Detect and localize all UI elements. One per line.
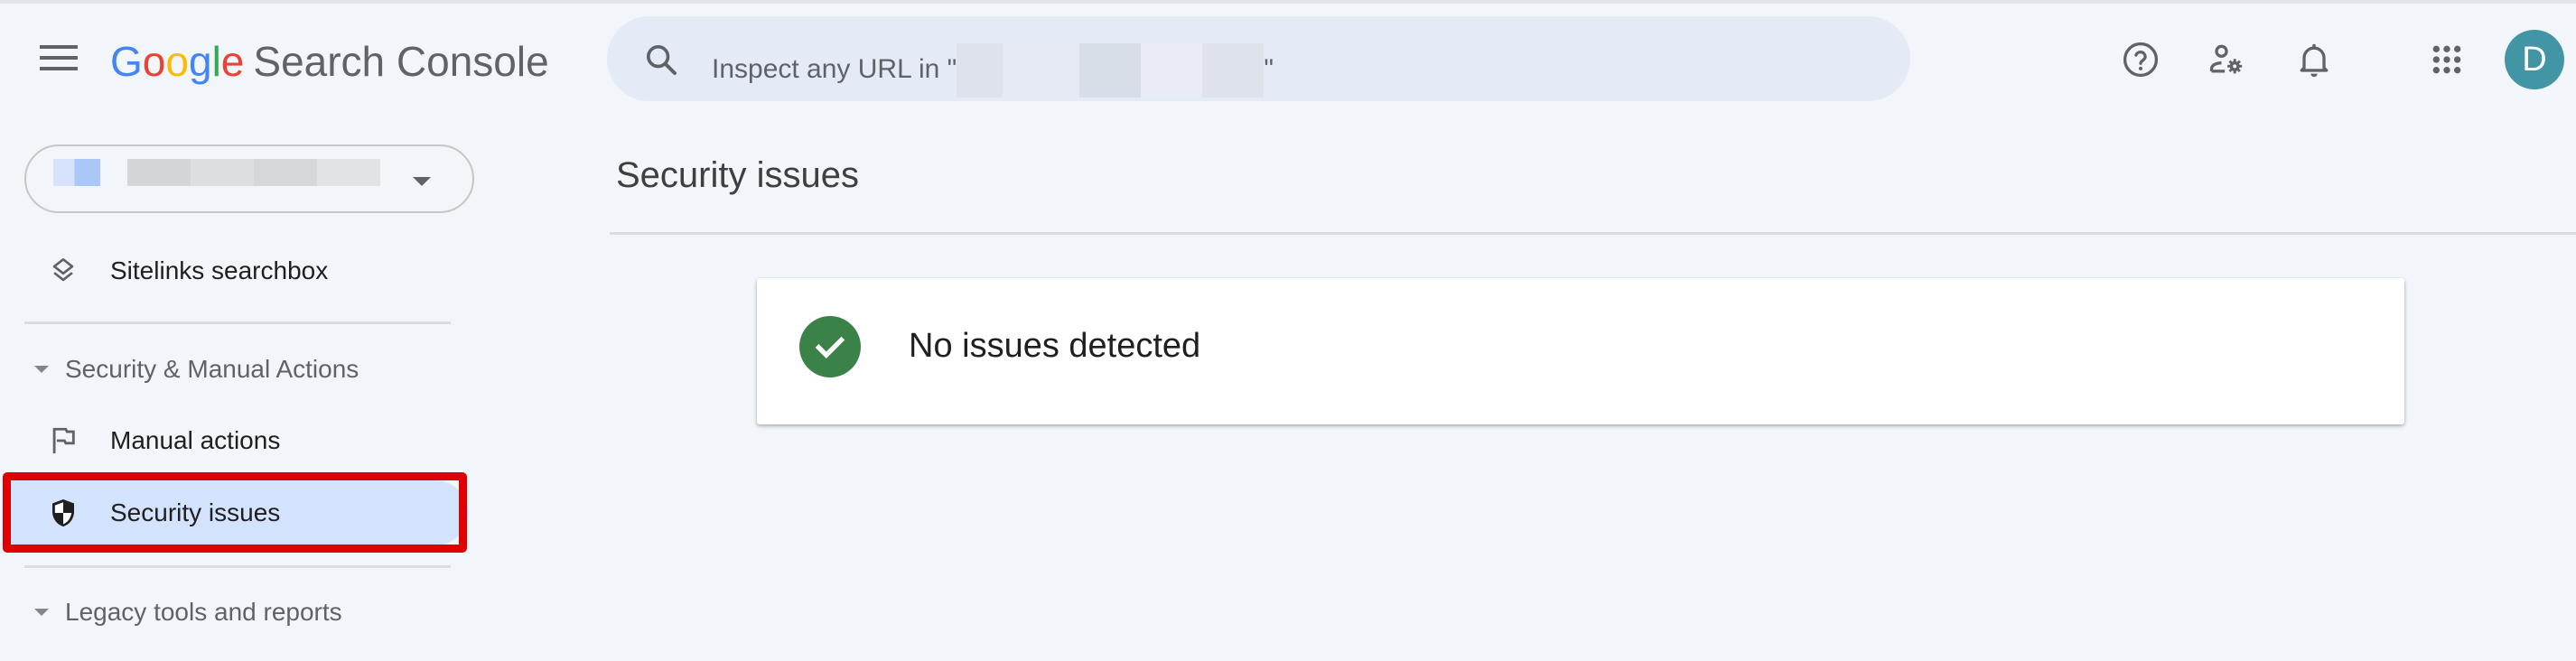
help-circle-icon [2123,42,2159,78]
redacted-property-url [957,43,1265,98]
layers-icon [45,253,81,289]
app-logo[interactable]: Google Search Console [110,34,549,88]
section-label: Legacy tools and reports [65,598,342,626]
logo-letter: e [220,38,245,85]
bell-icon [2300,43,2329,78]
placeholder-suffix: " [1264,53,1274,84]
property-selector[interactable] [24,144,474,213]
sidebar-divider [24,565,451,568]
sidebar-item-manual-actions[interactable]: Manual actions [0,408,470,473]
caret-down-icon [34,609,49,616]
product-name: Search Console [253,38,549,85]
section-label: Security & Manual Actions [65,355,359,383]
page-title: Security issues [616,155,859,195]
logo-letter: o [165,38,189,85]
flag-icon [45,423,81,459]
logo-letter: o [142,38,166,85]
sidebar-item-label: Security issues [110,498,281,526]
shield-icon [45,495,81,531]
sidebar-section-legacy-tools[interactable]: Legacy tools and reports [0,587,470,638]
status-card: No issues detected [757,278,2404,424]
placeholder-prefix: Inspect any URL in " [712,53,957,84]
users-permissions-button[interactable] [2201,34,2252,85]
main-menu-button[interactable] [40,45,78,74]
caret-down-icon [34,366,49,373]
account-avatar[interactable]: D [2505,30,2564,89]
google-apps-button[interactable] [2422,34,2472,85]
logo-letter: l [211,38,221,85]
sidebar-divider [24,321,451,324]
help-button[interactable] [2115,34,2166,85]
sidebar-section-security-manual-actions[interactable]: Security & Manual Actions [0,344,470,395]
logo-letter: g [188,38,212,85]
property-favicon [53,159,100,186]
logo-letter: G [110,38,143,85]
sidebar-item-label: Sitelinks searchbox [110,256,329,284]
dropdown-caret-icon [413,177,431,186]
status-message: No issues detected [909,327,1201,365]
search-placeholder[interactable]: Inspect any URL in " " [712,43,1274,98]
apps-grid-icon [2432,45,2461,74]
avatar-initial: D [2522,40,2547,79]
manage-accounts-icon [2209,44,2243,74]
sidebar-item-label: Manual actions [110,426,281,454]
sidebar-item-sitelinks-searchbox[interactable]: Sitelinks searchbox [0,238,470,303]
top-border [0,0,2576,4]
check-circle-icon [799,316,861,377]
sidebar-item-security-issues[interactable]: Security issues [9,480,468,545]
url-inspection-search[interactable]: Inspect any URL in " " [607,16,1910,101]
search-icon[interactable] [643,42,679,78]
notifications-button[interactable] [2289,34,2339,85]
hamburger-menu-icon [40,45,78,49]
header-divider [610,232,2576,235]
redacted-property-name [127,159,380,186]
hamburger-line [40,56,78,60]
hamburger-line [40,67,78,70]
